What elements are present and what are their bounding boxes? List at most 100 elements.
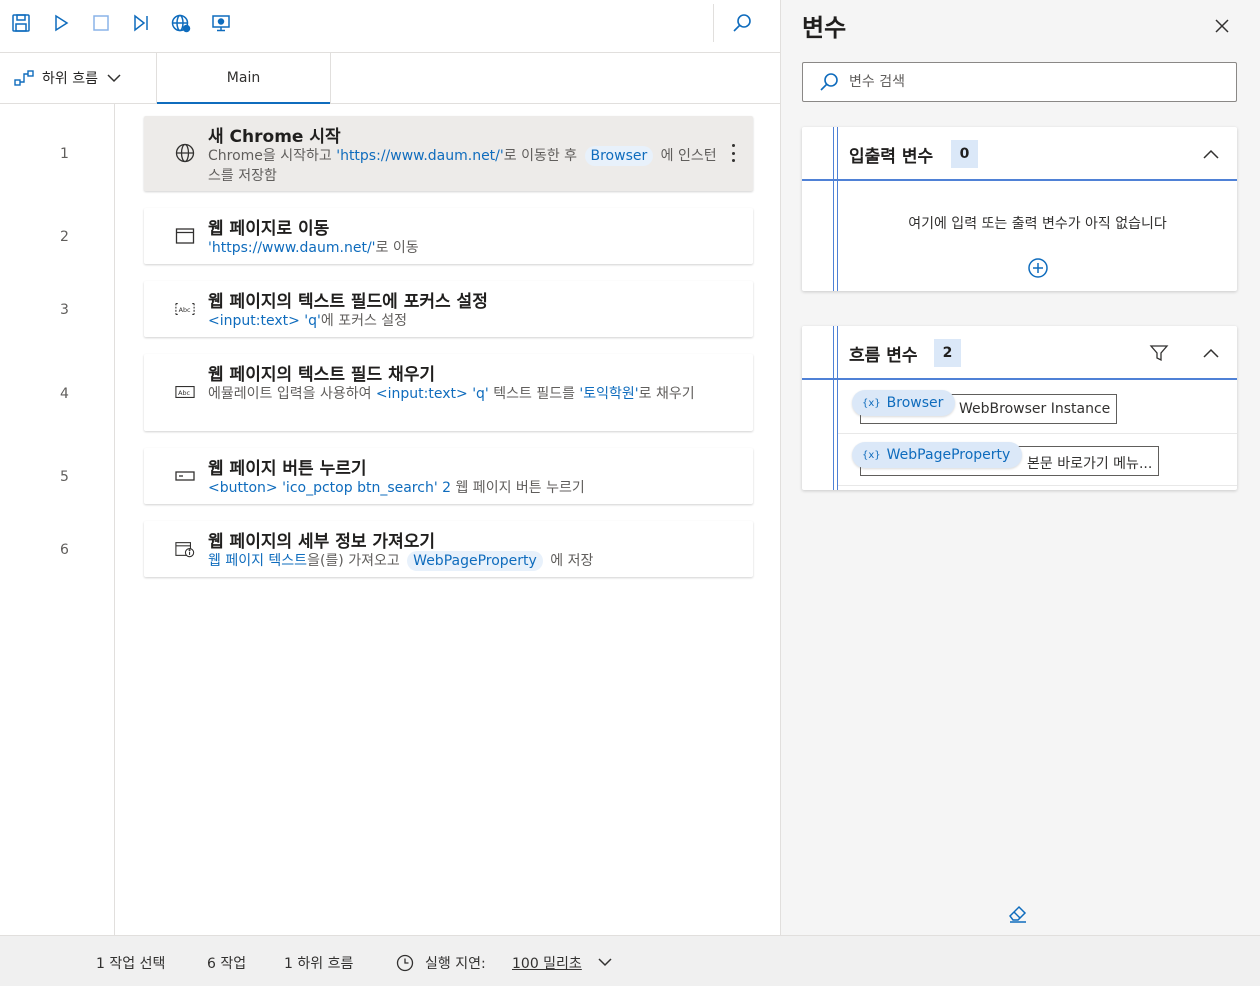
variables-title: 변수: [802, 14, 847, 42]
run-button[interactable]: [46, 8, 76, 38]
flow-variables-header[interactable]: 흐름 변수 2: [802, 326, 1237, 380]
desc-text: 에 포커스 설정: [320, 313, 408, 329]
action-description: 'https://www.daum.net/'로 이동: [208, 238, 718, 258]
save-button[interactable]: [6, 8, 36, 38]
text-field-icon: Abc: [174, 381, 196, 403]
tab-main[interactable]: Main: [157, 53, 331, 104]
action-launch-chrome[interactable]: 새 Chrome 시작 Chrome을 시작하고 'https://www.da…: [144, 116, 753, 191]
subflow-icon: [14, 70, 34, 86]
panel-title: 흐름 변수: [849, 346, 918, 366]
text-field-focus-icon: Abc: [174, 298, 196, 320]
action-title: 웹 페이지로 이동: [208, 219, 330, 239]
count-badge: 2: [934, 339, 961, 367]
clock-icon: [396, 954, 414, 972]
svg-text:Abc: Abc: [178, 390, 190, 397]
close-variables-button[interactable]: [1210, 14, 1234, 38]
web-recorder-icon: [171, 14, 191, 33]
action-description: 웹 페이지 텍스트을(를) 가져오고 WebPageProperty 에 저장: [208, 551, 718, 571]
desc-value: '토익학원': [579, 386, 639, 402]
io-variables-header[interactable]: 입출력 변수 0: [802, 127, 1237, 181]
action-get-webpage-details[interactable]: 웹 페이지의 세부 정보 가져오기 웹 페이지 텍스트을(를) 가져오고 Web…: [144, 521, 753, 577]
action-go-to-webpage[interactable]: 웹 페이지로 이동 'https://www.daum.net/'로 이동: [144, 208, 753, 264]
status-bar: 1 작업 선택 6 작업 1 하위 흐름 실행 지연: 100 밀리초: [0, 935, 1260, 986]
selected-count: 1 작업 선택: [96, 956, 166, 972]
variable-pill[interactable]: WebPageProperty: [407, 551, 543, 571]
next-step-button[interactable]: [126, 8, 156, 38]
save-icon: [12, 14, 30, 32]
toolbar-separator: [713, 4, 714, 42]
desc-text: 을(를) 가져오고: [307, 553, 405, 569]
action-description: <button> 'ico_pctop btn_search' 2 웹 페이지 …: [208, 478, 718, 498]
action-description: <input:text> 'q'에 포커스 설정: [208, 311, 718, 331]
run-icon: [55, 14, 69, 32]
desc-text: 에 저장: [545, 553, 594, 569]
action-description: 에뮬레이트 입력을 사용하여 <input:text> 'q' 텍스트 필드를 …: [208, 384, 718, 404]
empty-message: 여기에 입력 또는 출력 변수가 아직 없습니다: [908, 216, 1167, 232]
desktop-recorder-button[interactable]: [206, 8, 236, 38]
button-icon: [174, 465, 196, 487]
action-description: Chrome을 시작하고 'https://www.daum.net/'로 이동…: [208, 146, 718, 186]
desc-url: 'https://www.daum.net/': [208, 240, 376, 256]
tab-main-label: Main: [226, 70, 261, 86]
desc-text: Chrome을 시작하고: [208, 148, 337, 164]
desc-selector: <input:text> 'q': [208, 313, 321, 329]
toolbar: [0, 0, 780, 53]
variable-row[interactable]: 본문 바로가기 메뉴... {x} WebPageProperty: [838, 434, 1237, 486]
chevron-down-icon[interactable]: [597, 957, 613, 967]
subflows-count: 1 하위 흐름: [284, 956, 354, 972]
action-press-button[interactable]: 웹 페이지 버튼 누르기 <button> 'ico_pctop btn_sea…: [144, 448, 753, 504]
variable-chip[interactable]: {x} Browser: [852, 390, 956, 416]
action-title: 웹 페이지 버튼 누르기: [208, 459, 367, 479]
stop-icon: [93, 15, 109, 31]
chevron-up-icon[interactable]: [1201, 343, 1221, 363]
action-title: 웹 페이지의 텍스트 필드에 포커스 설정: [208, 292, 488, 312]
desktop-recorder-icon: [212, 15, 230, 32]
app-window: 하위 흐름 Main 1 2 3 4 5 6 새 Chrome 시작 Chrom…: [0, 0, 1260, 986]
variable-pill[interactable]: Browser: [584, 146, 654, 166]
action-fill-text-field[interactable]: Abc 웹 페이지의 텍스트 필드 채우기 에뮬레이트 입력을 사용하여 <in…: [144, 354, 753, 431]
web-recorder-button[interactable]: [166, 8, 196, 38]
eraser-icon[interactable]: [1007, 902, 1029, 924]
search-icon: [733, 14, 751, 32]
variable-name: WebPageProperty: [886, 447, 1011, 463]
desc-property: 웹 페이지 텍스트: [208, 553, 308, 569]
chevron-up-icon[interactable]: [1201, 144, 1221, 164]
subflows-dropdown[interactable]: 하위 흐름: [0, 53, 157, 103]
desc-text: 웹 페이지 버튼 누르기: [451, 480, 585, 496]
flow-variables-panel: 흐름 변수 2 WebBrowser Instance {x} Browser …: [802, 326, 1237, 490]
variable-row[interactable]: WebBrowser Instance {x} Browser: [838, 382, 1237, 434]
flow-editor: 하위 흐름 Main 1 2 3 4 5 6 새 Chrome 시작 Chrom…: [0, 0, 781, 935]
filter-icon[interactable]: [1149, 343, 1169, 363]
delay-label: 실행 지연:: [425, 956, 486, 972]
action-title: 웹 페이지의 텍스트 필드 채우기: [208, 365, 435, 385]
variable-chip[interactable]: {x} WebPageProperty: [852, 442, 1023, 468]
variable-search-box[interactable]: [802, 62, 1237, 102]
line-number: 2: [60, 229, 69, 245]
line-number: 4: [60, 386, 69, 402]
desc-text: 텍스트 필드를: [488, 386, 580, 402]
chevron-down-icon: [107, 74, 121, 83]
desc-text: 로 이동: [375, 240, 419, 256]
add-circle-icon[interactable]: [1027, 257, 1049, 279]
search-actions-button[interactable]: [727, 8, 757, 38]
desc-selector: <button> 'ico_pctop btn_search' 2: [208, 480, 452, 496]
delay-value[interactable]: 100 밀리초: [512, 953, 582, 973]
line-number: 6: [60, 542, 69, 558]
tab-bar: 하위 흐름 Main: [0, 53, 780, 104]
panel-title: 입출력 변수: [849, 147, 934, 167]
search-icon: [820, 73, 838, 91]
variable-name: Browser: [886, 395, 944, 411]
svg-text:Abc: Abc: [179, 307, 191, 314]
more-options-icon[interactable]: [725, 142, 741, 164]
action-focus-text-field[interactable]: Abc 웹 페이지의 텍스트 필드에 포커스 설정 <input:text> '…: [144, 281, 753, 337]
line-number: 3: [60, 302, 69, 318]
globe-icon: [174, 142, 196, 164]
variable-search-input[interactable]: [849, 74, 1209, 90]
page-details-icon: [174, 538, 196, 560]
subflows-label: 하위 흐름: [42, 71, 98, 87]
action-title: 새 Chrome 시작: [208, 127, 341, 147]
close-icon: [1215, 19, 1229, 33]
variable-icon: {x}: [862, 449, 881, 461]
desc-selector: <input:text> 'q': [375, 386, 489, 402]
stop-button[interactable]: [86, 8, 116, 38]
